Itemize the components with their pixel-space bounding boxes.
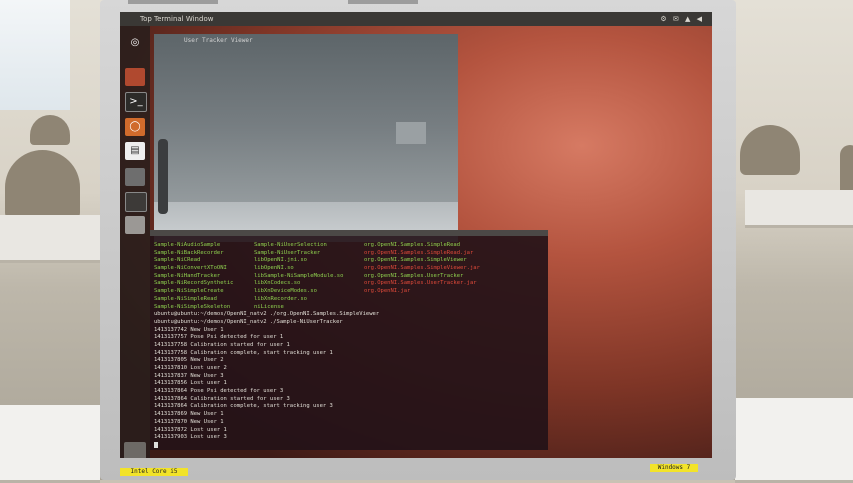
listing-entry: Sample-NiAudioSample bbox=[154, 242, 221, 248]
depth-viewer-window[interactable]: User Tracker Viewer bbox=[154, 34, 458, 242]
log-line: 1413137757 Pose Psi detected for user 1 bbox=[154, 334, 284, 341]
log-line: 1413137864 Pose Psi detected for user 3 bbox=[154, 388, 284, 395]
listing-entry: niLicense bbox=[254, 303, 284, 310]
laptop-latch bbox=[348, 0, 418, 4]
desk bbox=[0, 405, 100, 483]
listing-entry: libSample-NiSampleModule.so bbox=[254, 272, 344, 279]
terminal-cursor bbox=[154, 441, 158, 448]
listing-entry: Sample-NiHandTracker bbox=[154, 272, 221, 279]
desk bbox=[735, 398, 853, 483]
laptop-screen: Top Terminal Window ⚙ ✉ ▲ ◀ ◎ >_ ◯ ▤ Use… bbox=[120, 12, 712, 458]
browser-icon[interactable]: ◯ bbox=[125, 118, 145, 136]
terminal-icon[interactable]: >_ bbox=[125, 92, 147, 112]
listing-entry: Sample-NiUserSelection bbox=[254, 242, 327, 248]
listing-entry: libXnRecorder.so bbox=[254, 295, 307, 302]
desk bbox=[745, 190, 853, 228]
trash-icon[interactable] bbox=[124, 442, 146, 458]
os-sticker: Windows 7 bbox=[650, 464, 698, 472]
listing-entry: libOpenNI.so bbox=[254, 265, 294, 272]
log-line: 1413137758 Calibration started for user … bbox=[154, 341, 290, 348]
listing-entry: org.OpenNI.jar bbox=[364, 288, 411, 295]
listing-entry: libOpenNI.jni.so bbox=[254, 257, 307, 264]
log-line: 1413137805 New User 2 bbox=[154, 357, 224, 364]
desk bbox=[0, 215, 100, 263]
launcher-bar: ◎ >_ ◯ ▤ bbox=[120, 26, 150, 458]
document-icon[interactable]: ▤ bbox=[125, 142, 145, 160]
listing-row: Sample-NiRecordSynthetic libXnCodecs.so or… bbox=[154, 280, 544, 288]
log-line: 1413137837 New User 3 bbox=[154, 372, 224, 379]
listing-entry: Sample-NiRecordSynthetic bbox=[154, 280, 234, 287]
dash-icon[interactable]: ◎ bbox=[125, 34, 145, 52]
prompt-line: ubuntu@ubuntu:~/demos/OpenNI_natv2 ./Sam… bbox=[154, 318, 343, 325]
log-line: 1413137856 Lost user 1 bbox=[154, 380, 227, 387]
listing-entry: Sample-NiSimpleRead bbox=[154, 295, 217, 302]
laptop-latch bbox=[128, 0, 218, 4]
listing-row: Sample-NiSimpleRead libXnRecorder.so bbox=[154, 296, 544, 304]
listing-entry: org.OpenNI.Samples.SimpleRead bbox=[364, 242, 461, 248]
log-line: 1413137864 Calibration started for user … bbox=[154, 395, 290, 402]
listing-entry: org.OpenNI.Samples.SimpleRead.jar bbox=[364, 249, 474, 256]
listing-entry: Sample-NiSimpleSkeleton bbox=[154, 303, 231, 310]
log-line: 1413137758 Calibration complete, start t… bbox=[154, 349, 333, 356]
log-line: 1413137742 New User 1 bbox=[154, 326, 224, 333]
listing-entry: Sample-NiBackRecorder bbox=[154, 249, 224, 256]
listing-entry: libXnDeviceModes.so bbox=[254, 288, 317, 295]
listing-row: Sample-NiSimpleCreate libXnDeviceModes.so… bbox=[154, 288, 544, 296]
listing-entry: Sample-NiUserTracker bbox=[254, 249, 321, 256]
listing-row: Sample-NiConvertXToONI libOpenNI.so org.Op… bbox=[154, 265, 544, 273]
log-line: 1413137864 Calibration complete, start t… bbox=[154, 403, 333, 410]
log-line: 1413137869 New User 1 bbox=[154, 411, 224, 418]
listing-entry: org.OpenNI.Samples.SimpleViewer.jar bbox=[364, 265, 480, 272]
chair bbox=[5, 150, 80, 220]
terminal-window[interactable]: Sample-NiAudioSample Sample-NiUserSelecti… bbox=[150, 230, 548, 450]
drive-icon[interactable] bbox=[125, 216, 145, 234]
terminal-output: Sample-NiAudioSample Sample-NiUserSelecti… bbox=[154, 242, 544, 450]
app-icon[interactable] bbox=[125, 192, 147, 212]
listing-row: Sample-NiCRead libOpenNI.jni.so org.OpenNI… bbox=[154, 257, 544, 265]
listing-entry: org.OpenNI.Samples.UserTracker.jar bbox=[364, 280, 477, 287]
log-line: 1413137872 Lost user 1 bbox=[154, 426, 227, 433]
listing-entry: Sample-NiCRead bbox=[154, 257, 201, 264]
listing-entry: libXnCodecs.so bbox=[254, 280, 301, 287]
log-line: 1413137810 Lost user 2 bbox=[154, 365, 227, 371]
tracked-user-silhouette bbox=[158, 139, 168, 214]
listing-row: Sample-NiBackRecorder Sample-NiUserTracke… bbox=[154, 250, 544, 258]
panel-indicators[interactable]: ⚙ ✉ ▲ ◀ bbox=[660, 12, 704, 26]
top-panel: Top Terminal Window ⚙ ✉ ▲ ◀ bbox=[120, 12, 712, 26]
viewer-title: User Tracker Viewer bbox=[184, 37, 253, 44]
workspace-icon[interactable] bbox=[125, 168, 145, 186]
log-line: 1413137903 Lost user 3 bbox=[154, 434, 227, 441]
listing-entry bbox=[364, 304, 514, 312]
listing-entry: Sample-NiSimpleCreate bbox=[154, 288, 224, 295]
listing-row: Sample-NiSimpleSkeleton niLicense bbox=[154, 304, 544, 312]
prompt-line: ubuntu@ubuntu:~/demos/OpenNI_natv2 ./org… bbox=[154, 311, 380, 318]
listing-entry: Sample-NiConvertXToONI bbox=[154, 265, 227, 272]
log-line: 1413137870 New User 1 bbox=[154, 418, 224, 425]
cpu-sticker: Intel Core i5 bbox=[120, 468, 188, 476]
listing-entry bbox=[364, 296, 514, 304]
listing-entry: org.OpenNI.Samples.SimpleViewer bbox=[364, 257, 467, 264]
listing-row: Sample-NiHandTracker libSample-NiSampleMo… bbox=[154, 273, 544, 281]
listing-entry: org.OpenNI.Samples.UserTracker bbox=[364, 272, 464, 279]
panel-window-title: Top Terminal Window bbox=[140, 15, 214, 23]
listing-row: Sample-NiAudioSample Sample-NiUserSelecti… bbox=[154, 242, 544, 250]
window bbox=[0, 0, 70, 110]
files-icon[interactable] bbox=[125, 68, 145, 86]
background-object bbox=[396, 122, 426, 144]
